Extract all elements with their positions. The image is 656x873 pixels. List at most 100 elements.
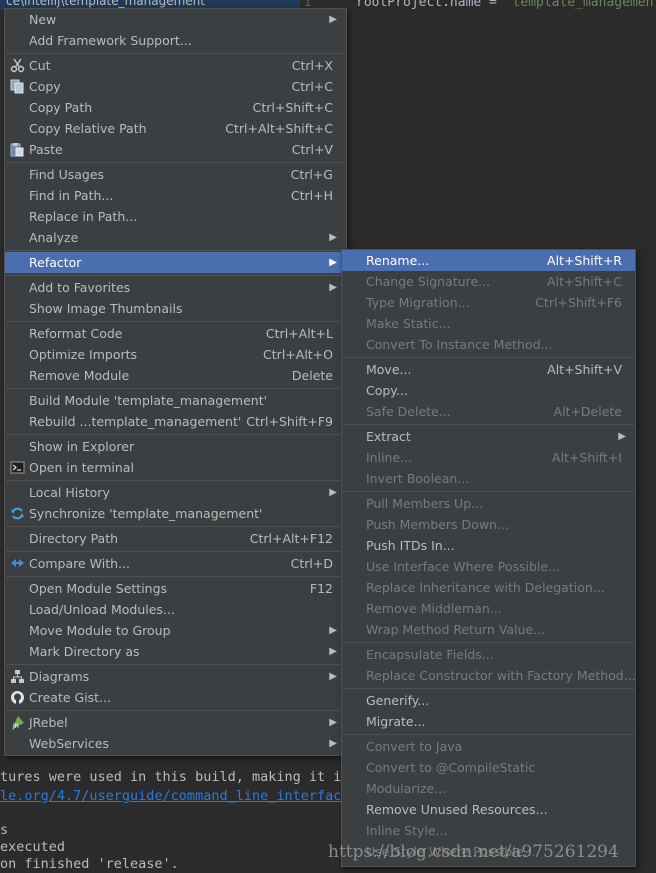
menu-item-synchronize[interactable]: Synchronize 'template_management'	[5, 503, 346, 524]
refactor-item-invert-boolean: Invert Boolean...	[366, 471, 470, 486]
refactor-item-rename[interactable]: Rename... Alt+Shift+R	[342, 250, 635, 271]
console-line: on finished 'release'.	[0, 856, 179, 872]
menu-item-open-module-settings[interactable]: Open Module Settings F12	[5, 578, 346, 599]
refactor-item-inline: Inline... Alt+Shift+I	[366, 450, 622, 465]
console-link[interactable]: le.org/4.7/userguide/command_line_interf…	[0, 788, 350, 804]
menu-separator	[6, 388, 345, 389]
submenu-arrow-icon: ▶	[329, 646, 337, 657]
refactor-item-generify[interactable]: Generify...	[342, 690, 635, 711]
menu-separator	[6, 576, 345, 577]
menu-item-remove-module[interactable]: Remove Module Delete	[5, 365, 346, 386]
menu-separator	[6, 434, 345, 435]
menu-item-diagrams[interactable]: Diagrams ▶	[5, 666, 346, 687]
console-line: tures were used in this build, making it…	[0, 769, 350, 785]
menu-item-compare-with[interactable]: Compare With... Ctrl+D	[5, 553, 346, 574]
menu-item-load-unload-modules[interactable]: Load/Unload Modules...	[5, 599, 346, 620]
refactor-item-pull-members-up: Pull Members Up...	[366, 496, 484, 511]
menu-item-analyze[interactable]: Analyze ▶	[5, 227, 346, 248]
menu-separator	[6, 162, 345, 163]
submenu-arrow-icon: ▶	[329, 232, 337, 243]
menu-item-find-usages[interactable]: Find Usages Ctrl+G	[5, 164, 346, 185]
project-context-menu: New ▶ Add Framework Support... Cut Ctrl+X …	[4, 8, 347, 756]
submenu-arrow-icon: ▶	[329, 671, 337, 682]
github-icon	[11, 691, 24, 704]
menu-item-optimize-imports[interactable]: Optimize Imports Ctrl+Alt+O	[5, 344, 346, 365]
menu-item-new[interactable]: New ▶	[5, 9, 346, 30]
refactor-item-replace-inheritance-with-delegation: Replace Inheritance with Delegation...	[366, 580, 605, 595]
menu-item-show-image-thumbnails[interactable]: Show Image Thumbnails	[5, 298, 346, 319]
refactor-submenu: Rename... Alt+Shift+R Change Signature...…	[341, 249, 636, 867]
menu-item-copy-path[interactable]: Copy Path Ctrl+Shift+C	[5, 97, 346, 118]
menu-item-create-gist[interactable]: Create Gist...	[5, 687, 346, 708]
svg-text:JR: JR	[12, 723, 19, 730]
menu-item-show-in-explorer[interactable]: Show in Explorer	[5, 436, 346, 457]
compare-icon	[11, 559, 24, 567]
submenu-arrow-icon: ▶	[329, 257, 337, 268]
refactor-item-move[interactable]: Move... Alt+Shift+V	[342, 359, 635, 380]
menu-separator	[6, 526, 345, 527]
menu-separator	[6, 551, 345, 552]
menu-item-find-in-path[interactable]: Find in Path... Ctrl+H	[5, 185, 346, 206]
menu-item-local-history[interactable]: Local History ▶	[5, 482, 346, 503]
menu-item-open-in-terminal[interactable]: Open in terminal	[5, 457, 346, 478]
menu-item-copy-relative-path[interactable]: Copy Relative Path Ctrl+Alt+Shift+C	[5, 118, 346, 139]
refactor-item-inline-style: Inline Style...	[366, 823, 448, 838]
refactor-item-type-migration: Type Migration... Ctrl+Shift+F6	[366, 295, 622, 310]
menu-item-reformat-code[interactable]: Reformat Code Ctrl+Alt+L	[5, 323, 346, 344]
refactor-item-make-static: Make Static...	[366, 316, 451, 331]
diagram-icon	[11, 670, 24, 683]
menu-item-mark-directory-as[interactable]: Mark Directory as ▶	[5, 641, 346, 662]
refactor-item-convert-to-compilestatic: Convert to @CompileStatic	[366, 760, 536, 775]
sync-icon	[11, 507, 24, 520]
menu-item-paste[interactable]: Paste Ctrl+V	[5, 139, 346, 160]
refactor-item-remove-unused-resources[interactable]: Remove Unused Resources...	[342, 799, 635, 820]
submenu-arrow-icon: ▶	[329, 14, 337, 25]
terminal-icon	[10, 461, 25, 474]
paste-icon	[10, 143, 24, 157]
menu-item-cut[interactable]: Cut Ctrl+X	[5, 55, 346, 76]
menu-separator	[6, 321, 345, 322]
menu-separator	[6, 53, 345, 54]
refactor-item-push-itds-in[interactable]: Push ITDs In...	[342, 535, 635, 556]
menu-separator	[343, 357, 634, 358]
refactor-item-extract[interactable]: Extract ▶	[342, 426, 635, 447]
project-tree-path: ce\intellij\template_management	[6, 0, 205, 8]
menu-item-rebuild[interactable]: Rebuild ...template_management' Ctrl+Shif…	[5, 411, 346, 432]
refactor-item-replace-constructor-with-factory-method: Replace Constructor with Factory Method.…	[366, 668, 636, 683]
menu-item-webservices[interactable]: WebServices ▶	[5, 733, 346, 754]
refactor-item-safe-delete: Safe Delete... Alt+Delete	[366, 404, 622, 419]
refactor-item-convert-to-instance-method: Convert To Instance Method...	[366, 337, 553, 352]
submenu-arrow-icon: ▶	[329, 282, 337, 293]
menu-item-jrebel[interactable]: JR JRebel ▶	[5, 712, 346, 733]
submenu-arrow-icon: ▶	[329, 487, 337, 498]
menu-item-directory-path[interactable]: Directory Path Ctrl+Alt+F12	[5, 528, 346, 549]
menu-separator	[6, 250, 345, 251]
menu-separator	[6, 480, 345, 481]
menu-separator	[343, 491, 634, 492]
menu-item-move-module-to-group[interactable]: Move Module to Group ▶	[5, 620, 346, 641]
jrebel-icon: JR	[12, 716, 24, 730]
submenu-arrow-icon: ▶	[329, 717, 337, 728]
menu-item-replace-in-path[interactable]: Replace in Path...	[5, 206, 346, 227]
refactor-item-modularize: Modularize...	[366, 781, 447, 796]
menu-separator	[343, 688, 634, 689]
refactor-item-encapsulate-fields: Encapsulate Fields...	[366, 647, 494, 662]
refactor-item-copy[interactable]: Copy...	[342, 380, 635, 401]
refactor-item-remove-middleman: Remove Middleman...	[366, 601, 502, 616]
menu-item-refactor[interactable]: Refactor ▶	[5, 252, 346, 273]
watermark: https://blog.csdn.net/a975261294	[328, 842, 619, 862]
submenu-arrow-icon: ▶	[618, 431, 626, 442]
refactor-item-migrate[interactable]: Migrate...	[342, 711, 635, 732]
console-line: executed	[0, 839, 66, 855]
menu-item-add-to-favorites[interactable]: Add to Favorites ▶	[5, 277, 346, 298]
menu-item-copy[interactable]: Copy Ctrl+C	[5, 76, 346, 97]
menu-item-add-framework-support[interactable]: Add Framework Support...	[5, 30, 346, 51]
refactor-item-wrap-method-return-value: Wrap Method Return Value...	[366, 622, 546, 637]
menu-item-build-module[interactable]: Build Module 'template_management'	[5, 390, 346, 411]
code-line[interactable]: rootProject.name = 'template_managemen	[356, 0, 653, 10]
menu-separator	[343, 734, 634, 735]
refactor-item-change-signature: Change Signature... Alt+Shift+C	[366, 274, 622, 289]
scissors-icon	[10, 58, 25, 73]
menu-separator	[343, 424, 634, 425]
menu-separator	[6, 664, 345, 665]
